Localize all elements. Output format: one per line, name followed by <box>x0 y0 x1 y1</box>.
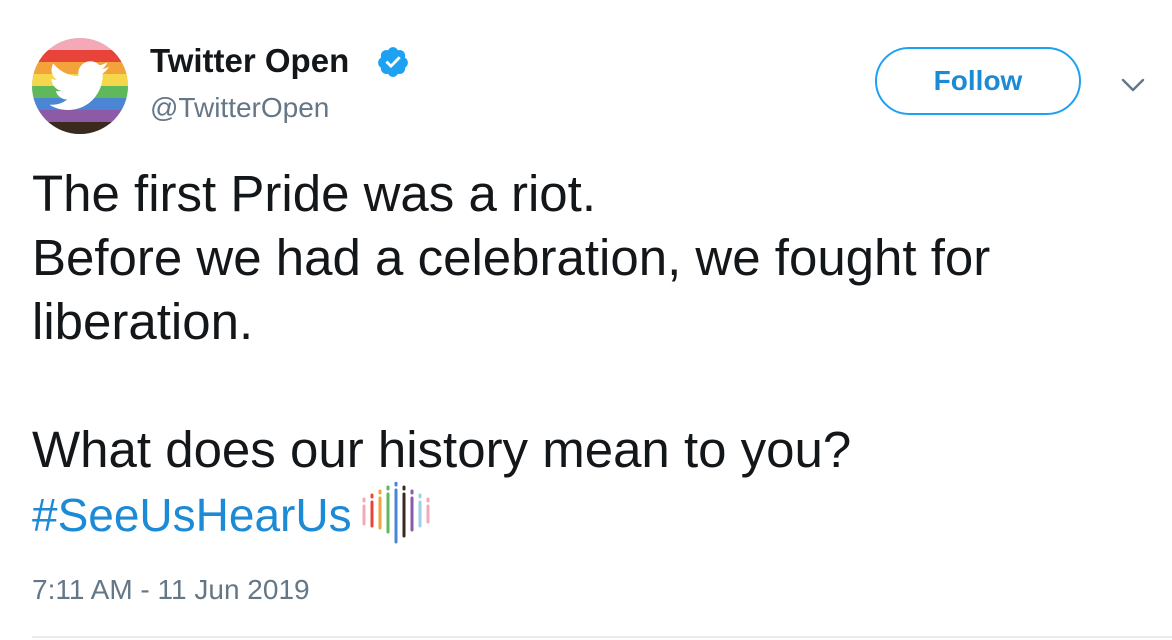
tweet-line-blank: ​ <box>32 354 1142 418</box>
tweet-line: The first Pride was a riot. <box>32 165 597 222</box>
tweet-line: What does our history mean to you? <box>32 421 852 478</box>
chevron-down-icon[interactable] <box>1120 76 1146 94</box>
twitter-bird-icon <box>50 61 109 110</box>
hashtag-link[interactable]: #SeeUsHearUs <box>32 488 352 542</box>
divider <box>32 636 1172 638</box>
tweet-text: The first Pride was a riot. Before we ha… <box>32 162 1142 482</box>
user-handle[interactable]: @TwitterOpen <box>150 92 329 124</box>
display-name[interactable]: Twitter Open <box>150 42 349 80</box>
pride-bars-emoji-icon <box>362 482 430 544</box>
verified-badge-icon <box>378 47 408 77</box>
avatar[interactable] <box>32 38 128 134</box>
tweet-timestamp[interactable]: 7:11 AM - 11 Jun 2019 <box>32 574 310 606</box>
follow-button[interactable]: Follow <box>875 47 1081 115</box>
hashtag-row: #SeeUsHearUs <box>32 482 434 547</box>
tweet-line: Before we had a celebration, we fought f… <box>32 229 991 286</box>
tweet-line: liberation. <box>32 293 254 350</box>
tweet-card: Twitter Open @TwitterOpen Follow The fir… <box>0 0 1172 640</box>
